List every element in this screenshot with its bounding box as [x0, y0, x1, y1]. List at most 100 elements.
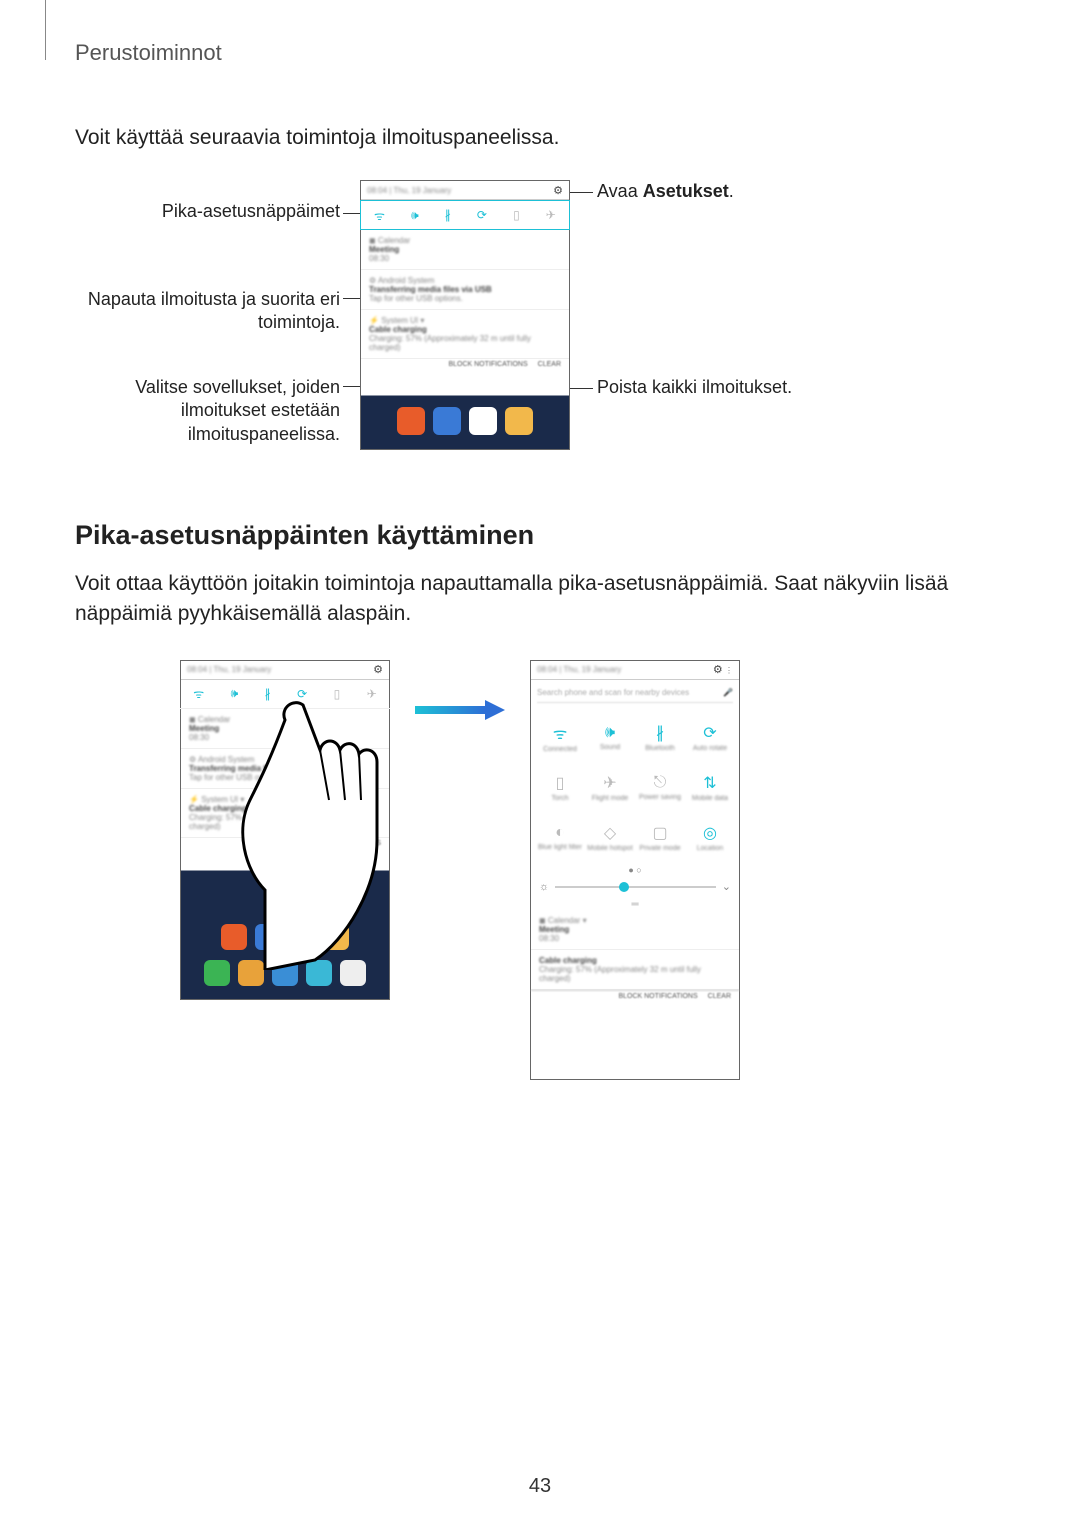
qs-private: ▢Private mode: [635, 813, 685, 863]
home-dock: [181, 917, 389, 957]
qs-location: ◎Location: [685, 813, 735, 863]
torch-icon: ▯: [513, 208, 520, 222]
rotate-icon: ⟳: [297, 687, 307, 701]
notification-card: ◼ Calendar Meeting 08:30: [361, 230, 569, 270]
wifi-icon: ᯤ: [193, 685, 204, 702]
section-paragraph: Voit ottaa käyttöön joitakin toimintoja …: [75, 569, 1005, 630]
airplane-icon: ✈: [367, 687, 377, 701]
sound-icon: 🕪: [411, 208, 419, 223]
callout-quick-settings: Pika-asetusnäppäimet: [75, 200, 340, 223]
notification-actions: BLOCK NOTIFICATIONS CLEAR: [361, 359, 569, 379]
callout-block-notifications: Valitse sovellukset, joiden ilmoitukset …: [75, 376, 340, 446]
drag-handle-icon: ═: [531, 899, 739, 910]
status-bar: 08:04 | Thu, 19 January ⚙: [181, 661, 389, 680]
app-icon: [323, 924, 349, 950]
app-icon: [505, 407, 533, 435]
hotspot-icon: ◇: [604, 823, 616, 843]
bluelight-icon: ◐: [555, 824, 565, 842]
location-icon: ◎: [703, 823, 717, 843]
document-page: Perustoiminnot Voit käyttää seuraavia to…: [0, 0, 1080, 1520]
bluetooth-icon: ∦: [265, 687, 271, 701]
text-bold: Asetukset: [643, 181, 729, 201]
app-icon: [221, 924, 247, 950]
app-icon: [255, 924, 281, 950]
bluetooth-icon: ∦: [656, 723, 664, 743]
swipe-down-diagram: 08:04 | Thu, 19 January ⚙ ᯤ 🕪 ∦ ⟳ ▯ ✈ ◼ …: [75, 660, 1005, 1090]
clear-button: CLEAR: [538, 361, 561, 377]
qs-airplane: ✈Flight mode: [585, 763, 635, 813]
sound-icon: 🕪: [605, 724, 615, 742]
app-icon: [238, 960, 264, 986]
callout-tap-notification: Napauta ilmoitusta ja suorita eri toimin…: [75, 288, 340, 335]
callout-line: [343, 298, 361, 299]
notification-card: ⚡ System UI ▾ Cable charging Charging: 5…: [361, 310, 569, 359]
mic-icon: 🎤: [723, 688, 733, 697]
text: Avaa: [597, 181, 643, 201]
qs-power: ⎋Power saving: [635, 763, 685, 813]
rotate-icon: ⟳: [703, 723, 716, 743]
app-icon: [306, 960, 332, 986]
airplane-icon: ✈: [546, 208, 556, 222]
section-heading: Pika-asetusnäppäinten käyttäminen: [75, 520, 1005, 551]
status-bar: 08:04 | Thu, 19 January ⚙ ⋮: [531, 661, 739, 680]
gear-icon: ⚙: [553, 184, 563, 197]
notification-actions: BLOCK NOTIFICATIONS CLEAR: [531, 990, 739, 1011]
more-icon: ⋮: [725, 666, 733, 675]
callout-line: [343, 213, 361, 214]
phone-after-swipe: 08:04 | Thu, 19 January ⚙ ⋮ Search phone…: [530, 660, 740, 1080]
page-header: Perustoiminnot: [75, 40, 1005, 66]
qs-sound: 🕪Sound: [585, 713, 635, 763]
notification-card: Cable charging Charging: 57% (Approximat…: [531, 950, 739, 990]
bluetooth-icon: ∦: [445, 208, 451, 222]
torch-icon: ▯: [556, 773, 565, 793]
page-dots: ● ○: [531, 865, 739, 875]
quick-settings-row: ᯤ 🕪 ∦ ⟳ ▯ ✈: [360, 200, 570, 230]
home-dock: [181, 953, 389, 993]
wifi-icon: ᯤ: [553, 722, 568, 744]
callout-open-settings: Avaa Asetukset.: [597, 180, 734, 203]
arrow-right-icon: [415, 700, 505, 720]
gear-icon: ⚙: [373, 663, 383, 676]
app-icon: [272, 960, 298, 986]
app-icon: [397, 407, 425, 435]
app-icon: [469, 407, 497, 435]
rotate-icon: ⟳: [477, 208, 487, 222]
quick-settings-row: ᯤ 🕪 ∦ ⟳ ▯ ✈: [180, 680, 390, 709]
notification-card: ◼ Calendar ▾ Meeting 08:30: [531, 910, 739, 950]
qs-bluelight: ◐Blue light filter: [535, 813, 585, 863]
notification-actions: BLOCK NOTIFICATIONS: [181, 838, 389, 858]
data-icon: ⇅: [703, 773, 716, 793]
margin-line: [45, 0, 46, 60]
notification-panel-diagram: Pika-asetusnäppäimet Napauta ilmoitusta …: [75, 180, 1005, 470]
app-icon: [289, 924, 315, 950]
sound-icon: 🕪: [231, 686, 239, 701]
gear-icon: ⚙: [713, 664, 723, 676]
phone-before-swipe: 08:04 | Thu, 19 January ⚙ ᯤ 🕪 ∦ ⟳ ▯ ✈ ◼ …: [180, 660, 390, 1000]
torch-icon: ▯: [334, 687, 341, 701]
notification-card: ⚙ Android System Transferring media file…: [361, 270, 569, 310]
apps-icon: [340, 960, 366, 986]
block-notifications-button: BLOCK NOTIFICATIONS: [448, 361, 527, 377]
qs-hotspot: ◇Mobile hotspot: [585, 813, 635, 863]
brightness-slider: ☼ ⌄: [531, 875, 739, 899]
search-row: Search phone and scan for nearby devices…: [537, 684, 733, 703]
callout-clear-all: Poista kaikki ilmoitukset.: [597, 376, 792, 399]
page-number: 43: [0, 1475, 1080, 1498]
qs-torch: ▯Torch: [535, 763, 585, 813]
qs-rotate: ⟳Auto rotate: [685, 713, 735, 763]
airplane-icon: ✈: [603, 773, 616, 793]
chevron-down-icon: ⌄: [722, 880, 731, 893]
qs-bluetooth: ∦Bluetooth: [635, 713, 685, 763]
qs-mobiledata: ⇅Mobile data: [685, 763, 735, 813]
phone-screenshot-annotated: 08:04 | Thu, 19 January ⚙ ᯤ 🕪 ∦ ⟳ ▯ ✈ ◼ …: [360, 180, 570, 450]
app-icon: [433, 407, 461, 435]
app-icon: [204, 960, 230, 986]
swipe-down-arrow-icon: [280, 720, 302, 810]
intro-paragraph: Voit käyttää seuraavia toimintoja ilmoit…: [75, 126, 1005, 150]
text: .: [729, 181, 734, 201]
brightness-icon: ☼: [539, 881, 549, 893]
status-bar: 08:04 | Thu, 19 January ⚙: [361, 181, 569, 200]
wifi-icon: ᯤ: [374, 207, 385, 224]
power-icon: ⎋: [654, 774, 667, 792]
quick-settings-grid: ᯤConnected 🕪Sound ∦Bluetooth ⟳Auto rotat…: [531, 707, 739, 865]
